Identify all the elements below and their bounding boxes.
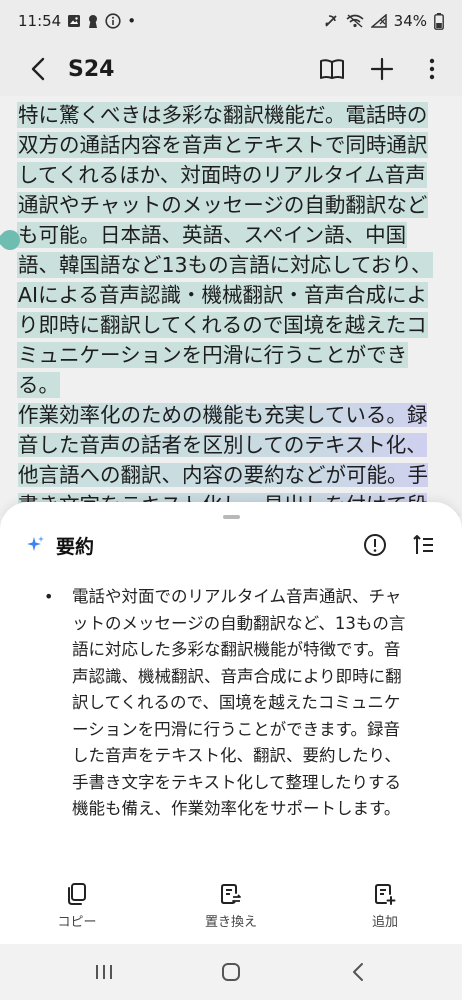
home-icon — [221, 963, 240, 981]
sheet-drag-handle[interactable] — [223, 515, 240, 519]
note-content[interactable]: 特に驚くべきは多彩な翻訳機能だ。電話時の双方の通話内容を音声とテキストで同時通訳… — [0, 96, 462, 516]
book-icon — [320, 59, 344, 79]
add-note-icon — [375, 884, 396, 905]
gallery-icon — [67, 14, 81, 28]
sheet-header: 要約 — [24, 530, 438, 560]
copy-icon — [68, 883, 86, 905]
copy-label: コピー — [57, 915, 97, 930]
add-button[interactable] — [360, 47, 404, 91]
battery-percent: 34% — [393, 12, 427, 30]
summary-text: 電話や対面でのリアルタイム音声通訳、チャットのメッセージの自動翻訳など、13もの… — [72, 587, 406, 818]
sheet-title: 要約 — [56, 535, 95, 558]
system-nav-bar — [0, 944, 462, 1000]
note-paragraph-2[interactable]: 作業効率化のための機能も充実している。録音した音声の話者を区別してのテキスト化、… — [18, 400, 444, 516]
back-button[interactable] — [14, 44, 64, 94]
app-bar: S24 — [0, 42, 462, 96]
dnd-slash-icon — [323, 13, 339, 29]
recents-icon — [95, 965, 112, 979]
status-bar: 11:54 • 34% — [0, 0, 462, 42]
status-left: 11:54 • — [18, 12, 136, 30]
replace-button[interactable]: 置き換え — [176, 882, 286, 938]
keyhole-icon — [87, 14, 99, 29]
info-icon — [105, 13, 121, 29]
note-paragraph-1[interactable]: 特に驚くべきは多彩な翻訳機能だ。電話時の双方の通話内容を音声とテキストで同時通訳… — [18, 100, 444, 400]
add-label: 追加 — [371, 915, 398, 930]
status-dot: • — [127, 12, 137, 30]
battery-icon — [434, 12, 444, 30]
signal-icon — [370, 14, 387, 28]
replace-icon — [221, 884, 241, 904]
home-button[interactable] — [201, 947, 261, 997]
back-chevron-icon — [353, 963, 364, 981]
status-time: 11:54 — [18, 12, 62, 30]
back-arrow-icon — [31, 57, 45, 81]
alert-circle-icon — [364, 534, 386, 556]
format-list-icon — [413, 535, 433, 554]
status-right: 34% — [323, 12, 444, 30]
summary-bullet: • — [44, 587, 54, 606]
add-to-note-button[interactable]: 追加 — [330, 882, 440, 938]
note-text[interactable]: 特に驚くべきは多彩な翻訳機能だ。電話時の双方の通話内容を音声とテキストで同時通訳… — [18, 100, 444, 516]
more-icon — [429, 58, 435, 80]
replace-label: 置き換え — [204, 915, 257, 930]
note-title: S24 — [68, 56, 115, 82]
highlighted-text-1: 特に驚くべきは多彩な翻訳機能だ。電話時の双方の通話内容を音声とテキストで同時通訳… — [18, 103, 432, 397]
back-nav-button[interactable] — [328, 947, 388, 997]
report-button[interactable] — [360, 530, 390, 560]
summary-body: • 電話や対面でのリアルタイム音声通訳、チャットのメッセージの自動翻訳など、13… — [44, 584, 408, 823]
sparkle-icon — [24, 534, 46, 556]
format-options-button[interactable] — [408, 530, 438, 560]
sheet-actions: コピー 置き換え 追加 — [0, 882, 462, 938]
wifi-icon — [346, 14, 364, 28]
highlighted-text-2: 作業効率化のための機能も充実している。録音した音声の話者を区別してのテキスト化、… — [18, 403, 428, 516]
plus-icon — [370, 57, 394, 81]
book-button[interactable] — [310, 47, 354, 91]
sheet-header-actions — [360, 530, 438, 560]
recents-button[interactable] — [74, 947, 134, 997]
summary-sheet: 要約 • 電話や対面でのリアルタイム音声通訳、チャットのメッセージの自動翻訳など… — [0, 502, 462, 944]
more-options-button[interactable] — [410, 47, 454, 91]
app-bar-actions — [310, 47, 454, 91]
copy-button[interactable]: コピー — [22, 882, 132, 938]
